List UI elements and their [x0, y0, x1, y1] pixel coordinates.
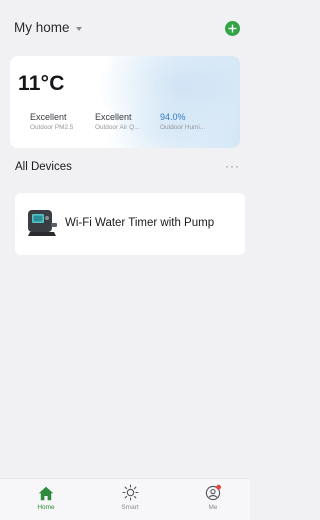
tab-smart[interactable]: Smart: [105, 483, 155, 511]
metric-label: Outdoor PM2.5: [30, 124, 74, 131]
water-timer-device-icon: [28, 210, 57, 236]
sun-icon: [121, 484, 139, 501]
weather-metric-pm25: Excellent Outdoor PM2.5: [30, 112, 73, 132]
metric-label: Outdoor Humi...: [160, 124, 206, 131]
header: My home: [0, 0, 250, 48]
home-icon: [38, 486, 54, 501]
temperature: 11°C: [18, 72, 65, 95]
home-selector[interactable]: My home: [14, 20, 82, 35]
chevron-down-icon: [75, 26, 82, 31]
metric-value: Excellent: [95, 112, 132, 122]
more-options-button[interactable]: ···: [225, 160, 240, 172]
tab-home[interactable]: Home: [21, 483, 71, 511]
weather-card[interactable]: [10, 56, 240, 148]
weather-metric-air-quality: Excellent Outdoor Air Q...: [95, 112, 139, 132]
tab-label: Home: [37, 504, 55, 511]
tab-label: Smart: [121, 504, 139, 511]
notification-badge-icon: [215, 484, 221, 490]
metric-value: 94.0%: [160, 112, 186, 122]
device-card[interactable]: Wi-Fi Water Timer with Pump: [15, 193, 245, 255]
weather-metric-humidity: 94.0% Outdoor Humi...: [160, 112, 205, 132]
user-icon: [205, 484, 221, 501]
metric-label: Outdoor Air Q...: [95, 124, 140, 131]
tab-me[interactable]: Me: [188, 483, 238, 511]
section-title-all-devices: All Devices: [15, 161, 72, 173]
device-name: Wi-Fi Water Timer with Pump: [65, 217, 215, 229]
metric-value: Excellent: [30, 112, 67, 122]
home-name: My home: [14, 20, 70, 35]
add-device-button[interactable]: [225, 21, 240, 36]
tab-label: Me: [208, 504, 218, 511]
plus-icon: [228, 24, 237, 33]
tab-bar: Home Smart Me: [0, 478, 250, 520]
app-screen: My home 11°C Excellent Outdoor PM2.5 Exc…: [0, 0, 250, 520]
